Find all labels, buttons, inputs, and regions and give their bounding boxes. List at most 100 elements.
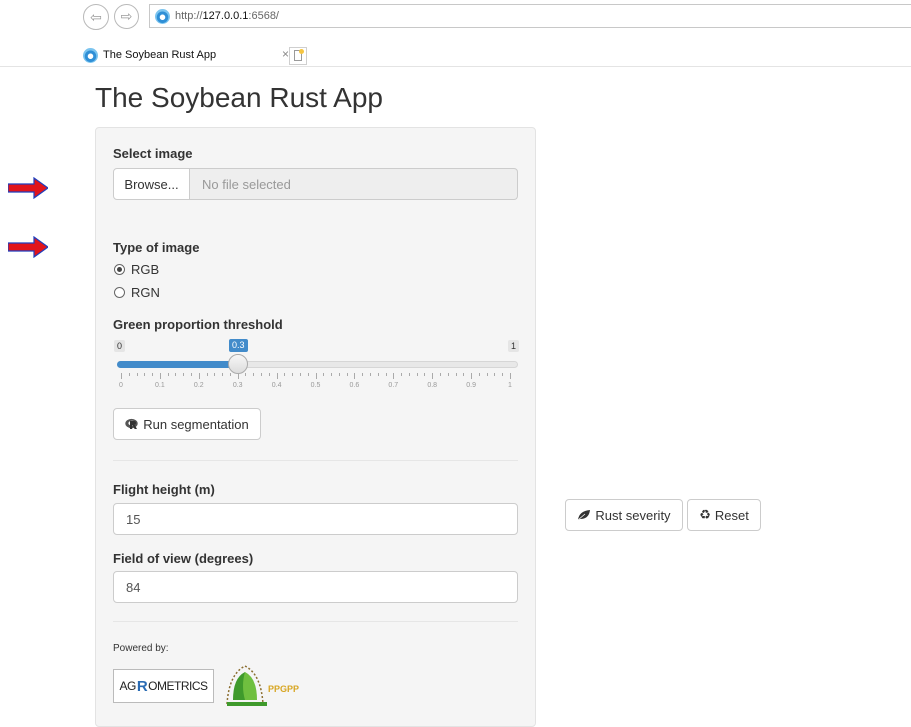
slider-minor-tick (362, 373, 364, 376)
ie-browser-icon (155, 8, 170, 24)
slider-minor-tick (144, 373, 146, 376)
ppgpp-logo: PPGPP (223, 662, 309, 708)
slider-minor-tick (463, 373, 465, 376)
slider-minor-tick (128, 373, 130, 376)
slider-minor-tick (136, 373, 138, 376)
slider-minor-tick (486, 373, 488, 376)
slider-minor-tick (214, 373, 216, 376)
slider-handle[interactable] (227, 354, 248, 374)
slider-tick (198, 373, 200, 379)
field-of-view-label: Field of view (degrees) (113, 551, 254, 566)
slider-minor-tick (299, 373, 301, 376)
select-image-label: Select image (113, 146, 193, 161)
field-of-view-input[interactable] (113, 571, 518, 603)
page-title: The Soybean Rust App (95, 82, 383, 113)
slider-fill (117, 361, 238, 368)
red-arrow-icon (8, 177, 48, 199)
slider-tick-label: 0.3 (232, 382, 243, 389)
slider-minor-tick (385, 373, 387, 376)
slider-minor-tick (331, 373, 333, 376)
slider-tick-label: 0.2 (193, 382, 204, 389)
run-segmentation-button[interactable]: Run segmentation (113, 408, 261, 440)
slider-tick-label: 1 (508, 382, 512, 389)
slider-tick-label: 0.5 (310, 382, 321, 389)
logo-text-part: OMETRICS (148, 679, 208, 693)
radio-rgn[interactable]: RGN (114, 285, 160, 300)
slider-minor-tick (424, 373, 426, 376)
slider-tick-label: 0.6 (349, 382, 360, 389)
slider-minor-tick (338, 373, 340, 376)
browse-button[interactable]: Browse... (113, 168, 190, 200)
back-arrow-icon: ⇦ (90, 8, 102, 25)
reset-label: Reset (714, 507, 749, 523)
forward-arrow-icon: ⇨ (120, 8, 133, 24)
flight-height-label: Flight height (m) (113, 482, 215, 497)
slider-minor-tick (206, 373, 208, 376)
slider-tick-label: 0.1 (155, 382, 165, 389)
logo-text-part: AG (119, 679, 136, 693)
slider-minor-tick (245, 373, 247, 376)
slider-minor-tick (346, 373, 348, 376)
slider-minor-tick (502, 373, 504, 376)
radio-rgn-label: RGN (131, 285, 160, 300)
powered-by-text: Powered by: (113, 643, 169, 654)
slider-minor-tick (167, 373, 169, 376)
slider-minor-tick (416, 373, 418, 376)
slider-minor-tick (401, 373, 403, 376)
slider-minor-tick (439, 373, 441, 376)
tab-close-icon[interactable]: × (282, 47, 289, 61)
slider-tick (121, 373, 122, 379)
slider-minor-tick (408, 373, 410, 376)
slider-minor-tick (377, 373, 379, 376)
file-input-group[interactable]: Browse... No file selected (113, 168, 518, 200)
url-text: http://127.0.0.1:6568/ (175, 10, 279, 22)
slider-minor-tick (455, 373, 457, 376)
slider-minor-tick (261, 373, 263, 376)
recycle-icon: ♻ (699, 507, 711, 522)
back-button[interactable]: ⇦ (83, 4, 109, 30)
tab-divider (0, 66, 911, 67)
radio-rgn-button[interactable] (114, 287, 125, 298)
leaf-icon (578, 510, 591, 521)
slider-tick (354, 373, 356, 379)
r-logo-icon (125, 418, 138, 429)
rust-severity-label: Rust severity (595, 507, 671, 523)
file-name-field: No file selected (190, 168, 518, 200)
slider-minor-tick (222, 373, 224, 376)
address-bar[interactable]: http://127.0.0.1:6568/ (149, 4, 911, 28)
slider-tick-label: 0.7 (388, 382, 399, 389)
new-tab-button[interactable] (289, 47, 307, 65)
radio-rgb-label: RGB (131, 262, 160, 277)
slider-minor-tick (268, 373, 270, 376)
forward-button[interactable]: ⇨ (114, 4, 139, 29)
slider-min-label: 0 (114, 340, 126, 352)
slider-minor-tick (292, 373, 294, 376)
ppgpp-text: PPGPP (268, 684, 299, 694)
radio-rgb-button[interactable] (114, 264, 125, 275)
divider (113, 460, 518, 461)
slider-tick-label: 0 (119, 382, 123, 389)
slider-tick-label: 0.4 (271, 382, 282, 389)
slider-minor-tick (229, 373, 231, 376)
run-segmentation-label: Run segmentation (143, 416, 249, 432)
slider-tick-label: 0.8 (427, 382, 438, 389)
threshold-label: Green proportion threshold (113, 317, 283, 332)
slider-tick (276, 373, 278, 379)
ppgpp-leaf-icon: PPGPP (226, 665, 299, 706)
slider-minor-tick (323, 373, 325, 376)
browser-tab[interactable]: The Soybean Rust App × (83, 44, 289, 66)
slider-minor-tick (494, 373, 496, 376)
tab-favicon-icon (83, 47, 98, 63)
slider-minor-tick (478, 373, 480, 376)
flight-height-input[interactable] (113, 503, 518, 535)
slider-minor-tick (284, 373, 286, 376)
slider-minor-tick (369, 373, 371, 376)
rust-severity-button[interactable]: Rust severity (565, 499, 683, 531)
slider-tick (432, 373, 434, 379)
slider-minor-tick (307, 373, 309, 376)
reset-button[interactable]: ♻ Reset (687, 499, 761, 531)
slider-tick (159, 373, 161, 379)
radio-rgb[interactable]: RGB (114, 262, 159, 277)
slider-minor-tick (191, 373, 193, 376)
slider-minor-tick (152, 373, 154, 376)
